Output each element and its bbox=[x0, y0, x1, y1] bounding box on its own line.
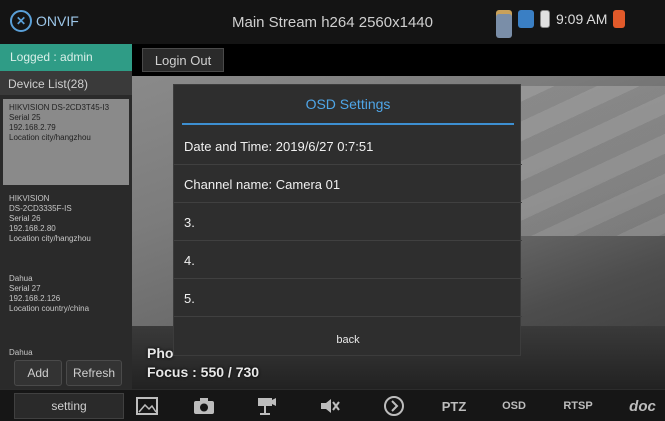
osd-row-channel-name[interactable]: Channel name: Camera 01 bbox=[174, 166, 522, 203]
refresh-button[interactable]: Refresh bbox=[66, 360, 122, 386]
osd-settings-dialog: OSD Settings Date and Time: 2019/6/27 0:… bbox=[173, 84, 522, 356]
back-button[interactable]: back bbox=[174, 325, 522, 355]
osd-row-date-time[interactable]: Date and Time: 2019/6/27 0:7:51 bbox=[174, 128, 522, 165]
device-item[interactable]: HIKVISION DS-2CD3T45-I3 Serial 25 192.16… bbox=[3, 99, 129, 185]
app-icon bbox=[518, 10, 534, 28]
camera-icon[interactable] bbox=[190, 394, 218, 418]
osd-row-5[interactable]: 5. bbox=[174, 280, 522, 317]
ptz-button[interactable]: PTZ bbox=[436, 394, 472, 418]
device-item-text: HIKVISION DS-2CD3T45-I3 Serial 25 192.16… bbox=[9, 103, 110, 142]
warning-icon bbox=[613, 10, 626, 28]
device-item-text: Dahua bbox=[9, 348, 33, 357]
app-logo: ✕ ONVIF bbox=[10, 10, 79, 32]
battery-icon bbox=[540, 10, 550, 28]
device-item-text: Dahua Serial 27 192.168.2.126 Location c… bbox=[9, 274, 90, 313]
play-icon[interactable] bbox=[380, 394, 408, 418]
device-sidebar: Logged : admin Device List(28) HIKVISION… bbox=[0, 44, 132, 389]
add-button[interactable]: Add bbox=[14, 360, 62, 386]
stream-title: Main Stream h264 2560x1440 bbox=[232, 14, 433, 31]
doc-button[interactable]: doc bbox=[620, 394, 665, 418]
login-out-button[interactable]: Login Out bbox=[142, 48, 224, 72]
device-item[interactable]: Dahua Serial 27 192.168.2.126 Location c… bbox=[3, 270, 129, 340]
osd-row-4[interactable]: 4. bbox=[174, 242, 522, 279]
phone-label: Pho bbox=[147, 345, 174, 361]
app-name: ONVIF bbox=[36, 13, 79, 29]
ptz-camera-icon[interactable] bbox=[252, 394, 280, 418]
rtsp-button[interactable]: RTSP bbox=[558, 394, 598, 418]
title-divider bbox=[182, 123, 514, 125]
osd-row-3[interactable]: 3. bbox=[174, 204, 522, 241]
logged-status: Logged : admin bbox=[0, 44, 132, 71]
device-item-text: HIKVISION DS-2CD3335F-IS Serial 26 192.1… bbox=[9, 194, 91, 243]
device-list-title: Device List(28) bbox=[0, 71, 132, 95]
mute-icon[interactable] bbox=[316, 394, 344, 418]
ceiling bbox=[512, 86, 665, 236]
clock: 9:09 AM bbox=[556, 11, 608, 27]
image-icon[interactable] bbox=[133, 394, 161, 418]
setting-button[interactable]: setting bbox=[14, 393, 124, 419]
dialog-title: OSD Settings bbox=[305, 96, 391, 112]
tool-icon bbox=[496, 14, 512, 38]
onvif-logo-icon: ✕ bbox=[10, 10, 32, 32]
bottom-toolbar: setting PTZ OSD RTSP doc bbox=[0, 389, 665, 421]
device-item[interactable]: HIKVISION DS-2CD3335F-IS Serial 26 192.1… bbox=[3, 190, 129, 266]
osd-button[interactable]: OSD bbox=[496, 394, 532, 418]
status-icons: 9:09 AM bbox=[496, 10, 626, 38]
status-bar: ✕ ONVIF Main Stream h264 2560x1440 9:09 … bbox=[0, 0, 665, 44]
focus-readout: Focus : 550 / 730 bbox=[147, 364, 260, 380]
